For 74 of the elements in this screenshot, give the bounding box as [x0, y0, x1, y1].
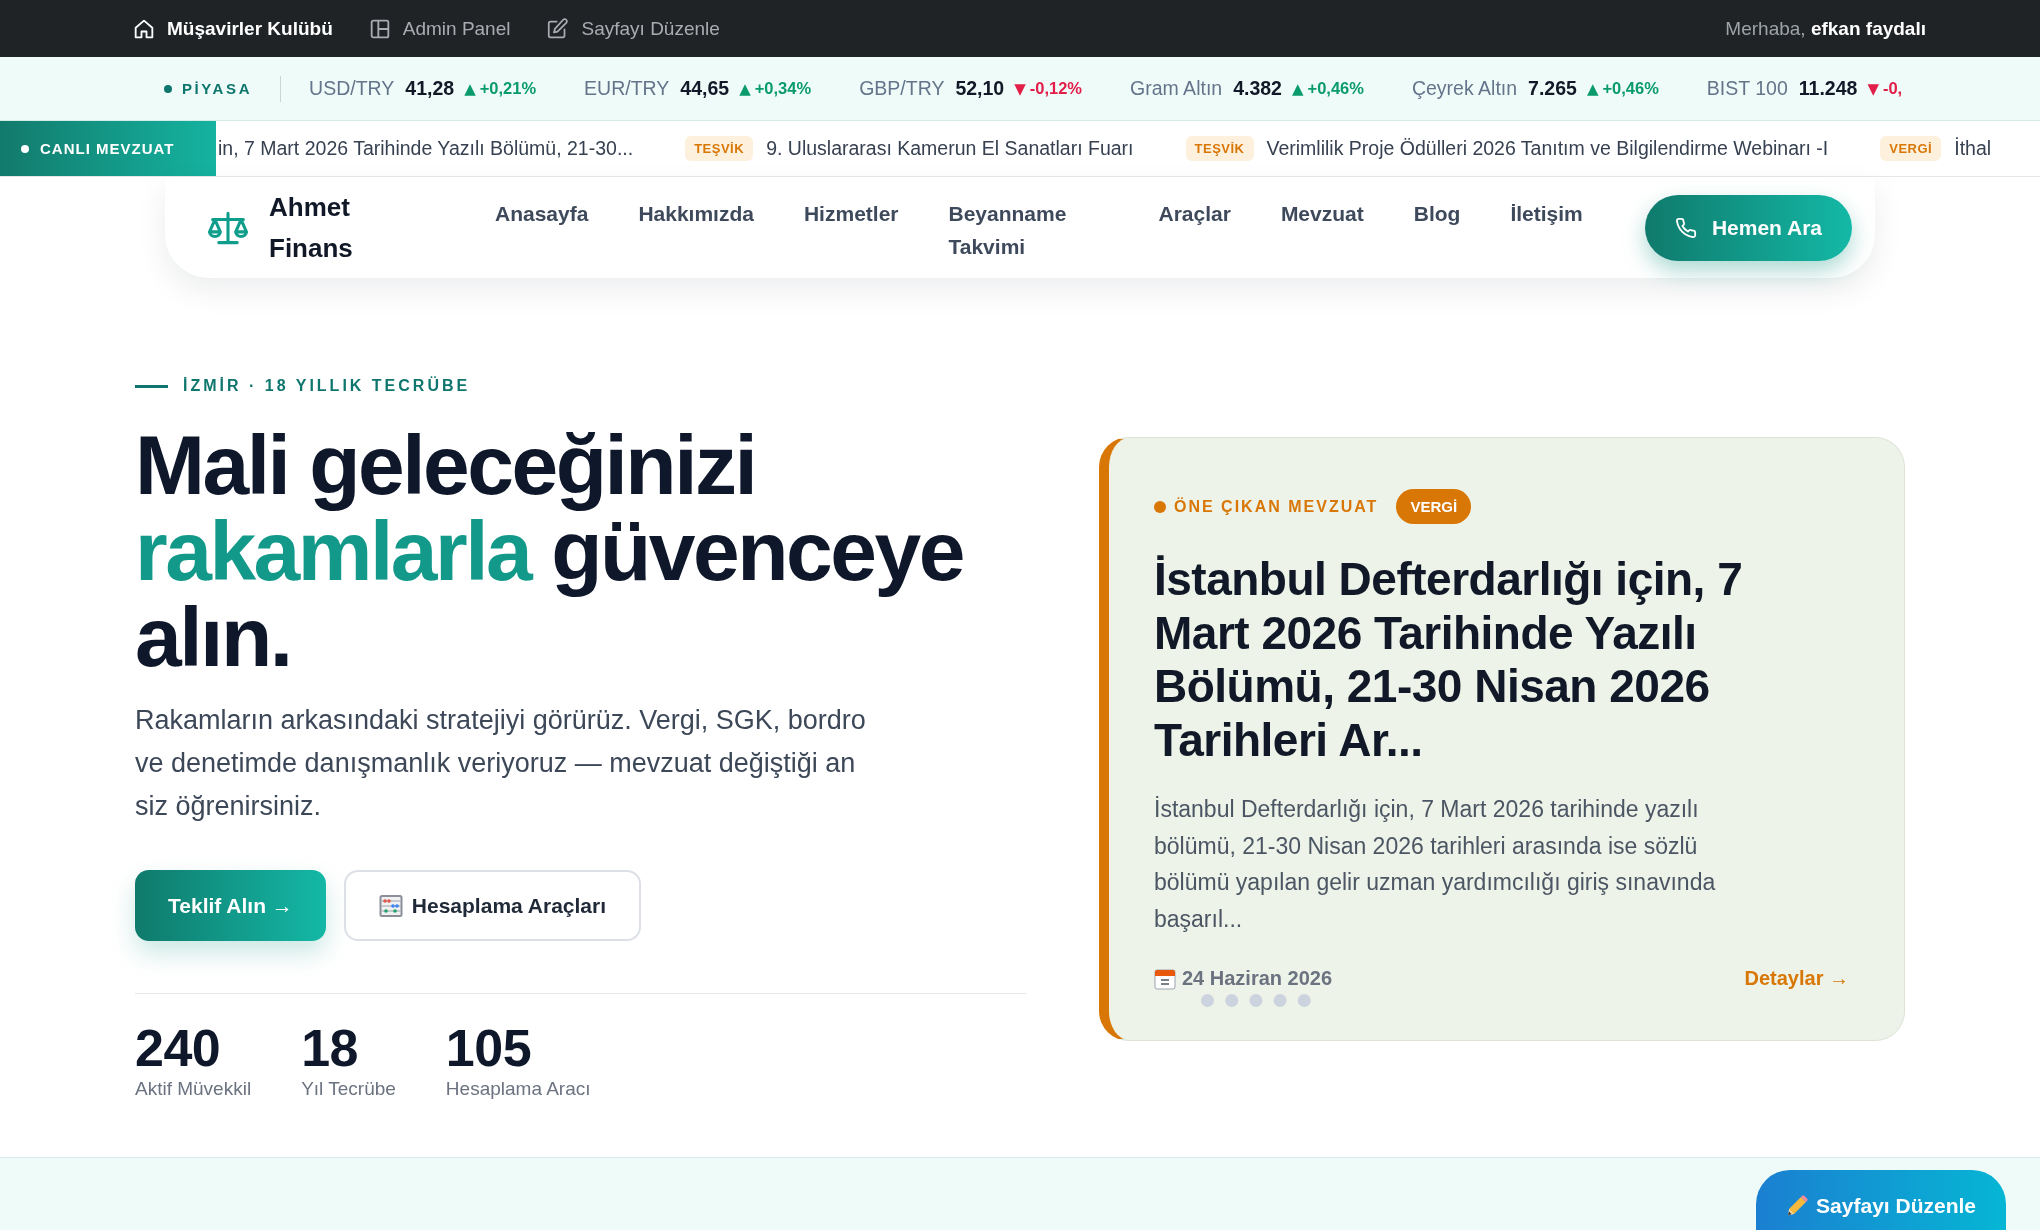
- card-eyebrow: ÖNE ÇIKAN MEVZUAT: [1174, 497, 1379, 516]
- brand-name[interactable]: Ahmet Finans: [269, 186, 379, 269]
- nav-link[interactable]: Araçlar: [1158, 197, 1231, 263]
- category-tag: TEŞVİK: [1185, 136, 1254, 161]
- secondary-button[interactable]: Hesaplama Araçları: [343, 870, 641, 941]
- rate-change: +0,34%: [754, 79, 812, 98]
- stat-value: 240: [135, 1020, 222, 1076]
- rate-change: -0,: [1882, 79, 1903, 98]
- trend-arrow: ▲: [1291, 79, 1304, 98]
- call-button[interactable]: Hemen Ara: [1644, 194, 1852, 261]
- category-tag: TEŞVİK: [685, 136, 754, 161]
- news-headline[interactable]: İthal: [1954, 137, 1992, 160]
- phone-icon: [1674, 216, 1697, 239]
- rate-value: 4.382: [1233, 77, 1282, 100]
- home-icon: [134, 18, 154, 39]
- stat-value: 105: [445, 1020, 533, 1076]
- trend-arrow: ▲: [739, 79, 751, 98]
- rate-value: 41,28: [405, 77, 455, 100]
- status-dot-icon: [164, 84, 172, 93]
- category-tag: VERGİ: [1396, 489, 1472, 524]
- rate-value: 7.265: [1528, 77, 1577, 100]
- balance-scale-icon: [208, 209, 248, 246]
- nav-link[interactable]: Beyanname Takvimi: [948, 197, 1109, 263]
- carousel-dots-icon[interactable]: [1201, 994, 1311, 1007]
- top-nav-link[interactable]: Sayfayı Düzenle: [547, 17, 720, 40]
- news-headline[interactable]: Verimlilik Proje Ödülleri 2026 Tanıtım ve Bilgilendirme Webinarı -I: [1266, 137, 1829, 160]
- banner-title: CANLI MEVZUAT: [40, 140, 175, 157]
- nav-link[interactable]: Hakkımızda: [638, 197, 754, 263]
- rate-change: -0,12%: [1029, 79, 1083, 98]
- trend-arrow: ▼: [1867, 79, 1879, 98]
- eyebrow-text: İZMİR · 18 YILLIK TECRÜBE: [183, 376, 471, 396]
- live-dot-icon: [21, 144, 29, 153]
- rate-name: USD/TRY: [309, 77, 395, 100]
- rate-name: GBP/TRY: [859, 77, 945, 100]
- greeting-text: Merhaba, efkan faydalı: [1725, 17, 1926, 40]
- rate-name: Çeyrek Altın: [1411, 77, 1518, 100]
- pencil-icon: [1786, 1195, 1809, 1217]
- top-nav-link[interactable]: Müşavirler Kulübü: [134, 17, 333, 40]
- stat-label: Aktif Müvekkil: [135, 1077, 252, 1101]
- rate-name: EUR/TRY: [584, 77, 670, 100]
- dot-icon: [1154, 500, 1166, 513]
- trend-arrow: ▲: [464, 79, 476, 98]
- rate-name: BIST 100: [1706, 77, 1788, 100]
- hero-lead: Rakamların arkasındaki stratejiyi görürüz. Vergi, SGK, bordro ve denetimde danışmanlık veriyoruz — mevzuat değiştiği an siz öğrenirsiniz.: [135, 704, 867, 823]
- nav-link[interactable]: Mevzuat: [1280, 197, 1364, 263]
- stat-label: Yıl Tecrübe: [301, 1077, 396, 1101]
- stat-label: Hesaplama Aracı: [445, 1077, 591, 1101]
- edit-icon: [547, 18, 569, 39]
- top-nav-link[interactable]: Admin Panel: [369, 17, 511, 40]
- card-date: 24 Haziran 2026: [1182, 967, 1333, 990]
- trend-arrow: ▼: [1014, 79, 1026, 98]
- rate-value: 52,10: [955, 77, 1005, 100]
- nav-link[interactable]: Hizmetler: [803, 197, 899, 263]
- card-summary: İstanbul Defterdarlığı için, 7 Mart 2026 tarihinde yazılı bölümü, 21-30 Nisan 2026 tarihleri arasında ise sözlü bölümü yapılan gelir uzman yardımcılığı giriş sınavında başarıl...: [1154, 795, 1717, 934]
- rate-change: +0,46%: [1307, 79, 1364, 98]
- trend-arrow: ▲: [1586, 79, 1599, 98]
- rate-value: 44,65: [680, 77, 730, 100]
- nav-link[interactable]: Blog: [1413, 197, 1461, 263]
- layout-icon: [369, 18, 390, 39]
- rate-change: +0,46%: [1602, 79, 1659, 98]
- card-title[interactable]: İstanbul Defterdarlığı için, 7 Mart 2026 Tarihinde Yazılı Bölümü, 21-30 Nisan 2026 Tarihleri Ar...: [1154, 553, 1804, 767]
- rate-name: Gram Altın: [1130, 77, 1223, 100]
- news-headline[interactable]: in, 7 Mart 2026 Tarihinde Yazılı Bölümü, 21-30...: [218, 137, 634, 160]
- stat-value: 18: [301, 1020, 359, 1076]
- ticker-label: PİYASA: [182, 80, 253, 97]
- hero-heading: Mali geleceğinizi rakamlarla güvenceye alın.: [135, 422, 964, 680]
- category-tag: VERGİ: [1880, 136, 1942, 161]
- rate-value: 11.248: [1798, 77, 1858, 100]
- calendar-icon: [1154, 967, 1176, 990]
- nav-link[interactable]: Anasayfa: [495, 197, 589, 263]
- rate-change: +0,21%: [479, 79, 537, 98]
- abacus-icon: [378, 893, 403, 918]
- nav-link[interactable]: İletişim: [1510, 197, 1583, 263]
- news-headline[interactable]: 9. Uluslararası Kamerun El Sanatları Fuarı: [766, 137, 1134, 160]
